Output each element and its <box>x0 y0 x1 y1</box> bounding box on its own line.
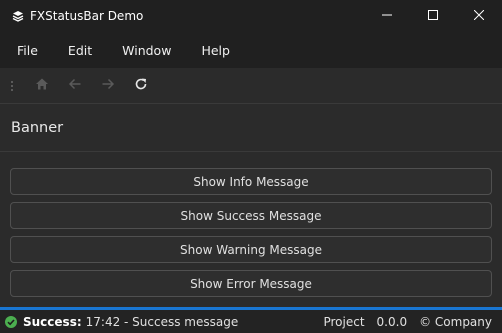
menu-help[interactable]: Help <box>192 43 239 58</box>
show-success-button[interactable]: Show Success Message <box>10 202 492 229</box>
back-arrow-icon <box>68 77 82 94</box>
home-icon <box>35 77 49 94</box>
maximize-icon <box>428 9 438 23</box>
status-company: © Company <box>419 314 492 329</box>
status-version: 0.0.0 <box>376 314 408 329</box>
status-message: 17:42 - Success message <box>85 314 239 329</box>
show-warning-button[interactable]: Show Warning Message <box>10 236 492 263</box>
toolbar <box>0 68 502 104</box>
maximize-button[interactable] <box>410 0 456 32</box>
minimize-icon <box>382 9 392 23</box>
status-label: Success: <box>23 314 82 329</box>
forward-button[interactable] <box>93 71 123 101</box>
menu-window[interactable]: Window <box>113 43 180 58</box>
home-button[interactable] <box>27 71 57 101</box>
main-content: Banner Show Info Message Show Success Me… <box>0 104 502 306</box>
banner-title: Banner <box>11 119 64 136</box>
show-error-button[interactable]: Show Error Message <box>10 270 492 297</box>
close-button[interactable] <box>456 0 502 32</box>
menu-edit[interactable]: Edit <box>59 43 101 58</box>
refresh-icon <box>134 77 148 94</box>
window-title: FXStatusBar Demo <box>30 9 144 23</box>
show-info-button[interactable]: Show Info Message <box>10 168 492 195</box>
layers-icon <box>12 10 24 22</box>
forward-arrow-icon <box>101 77 115 94</box>
banner: Banner <box>0 104 502 152</box>
check-circle-icon <box>5 315 17 328</box>
title-bar: FXStatusBar Demo <box>0 0 502 32</box>
toolbar-grip[interactable] <box>9 80 15 91</box>
close-icon <box>473 9 485 23</box>
menu-bar: File Edit Window Help <box>0 32 502 68</box>
status-bar: Success: 17:42 - Success message Project… <box>0 310 502 333</box>
status-project: Project <box>323 314 365 329</box>
minimize-button[interactable] <box>364 0 410 32</box>
back-button[interactable] <box>60 71 90 101</box>
refresh-button[interactable] <box>126 71 156 101</box>
menu-file[interactable]: File <box>8 43 47 58</box>
